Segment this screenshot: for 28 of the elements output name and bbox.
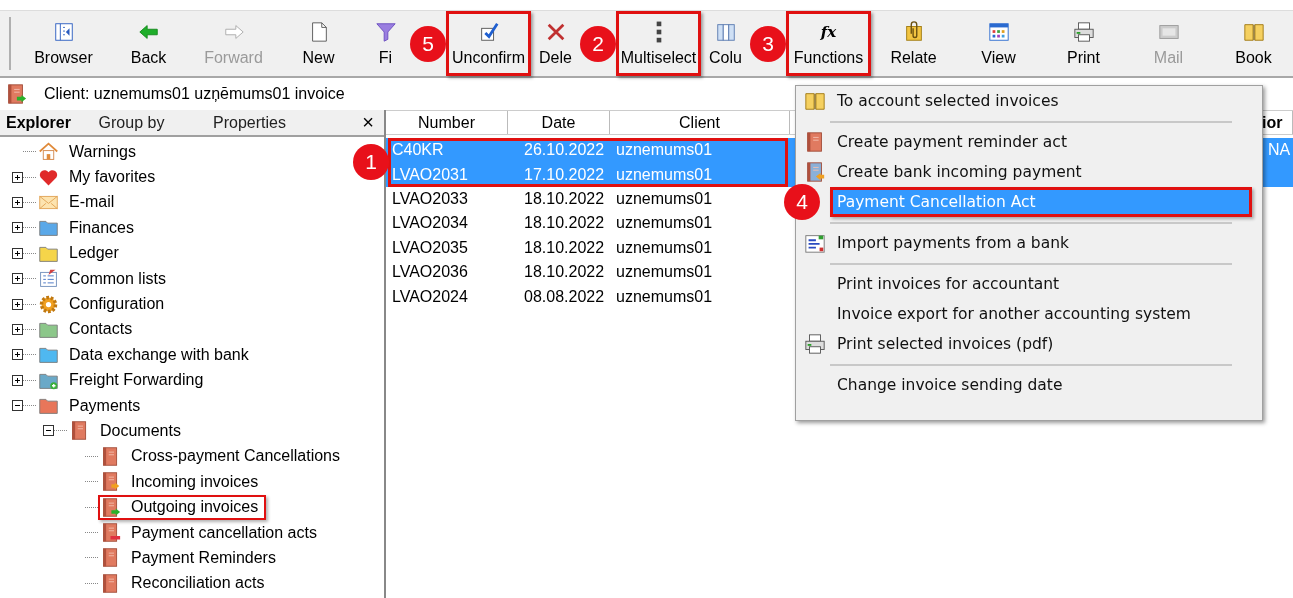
table-cell-text: 26.10.2022: [523, 141, 606, 160]
table-cell-text: C40KR: [391, 141, 445, 160]
table-cell-text: uznemums01: [615, 287, 714, 306]
table-cell-text: 18.10.2022: [523, 238, 606, 257]
table-cell-text: uznemums01: [615, 141, 714, 160]
table-cell-text: 18.10.2022: [523, 189, 606, 208]
table-cell-text: uznemums01: [615, 263, 714, 282]
callout-badge: 2: [580, 25, 616, 62]
table-cell-text: LVAO2035: [391, 238, 469, 257]
table-cell-text: uznemums01: [615, 189, 714, 208]
callout-badge: 1: [353, 144, 389, 180]
callout-badge: 3: [750, 25, 786, 62]
table-cell-text: LVAO2036: [391, 263, 469, 282]
record-title: Client: uznemums01 uzņēmums01 invoice: [44, 85, 345, 103]
table-cell-text: LVAO2031: [391, 165, 469, 184]
table-cell-text: uznemums01: [615, 238, 714, 257]
table-cell-text: 18.10.2022: [523, 263, 606, 282]
callout-badge: 4: [784, 184, 820, 220]
table-cell-text: 08.08.2022: [523, 287, 606, 306]
table-cell-text: LVAO2034: [391, 214, 469, 233]
table-cell-text: LVAO2024: [391, 287, 469, 306]
table-cell-text: 18.10.2022: [523, 214, 606, 233]
table-cell-text: LVAO2033: [391, 189, 469, 208]
table-cell-text: uznemums01: [615, 214, 714, 233]
callout-badge: 5: [410, 25, 446, 62]
table-cell-text: 17.10.2022: [523, 165, 606, 184]
table-cell-text: uznemums01: [615, 165, 714, 184]
table-cell-text: NA: [1267, 141, 1292, 160]
